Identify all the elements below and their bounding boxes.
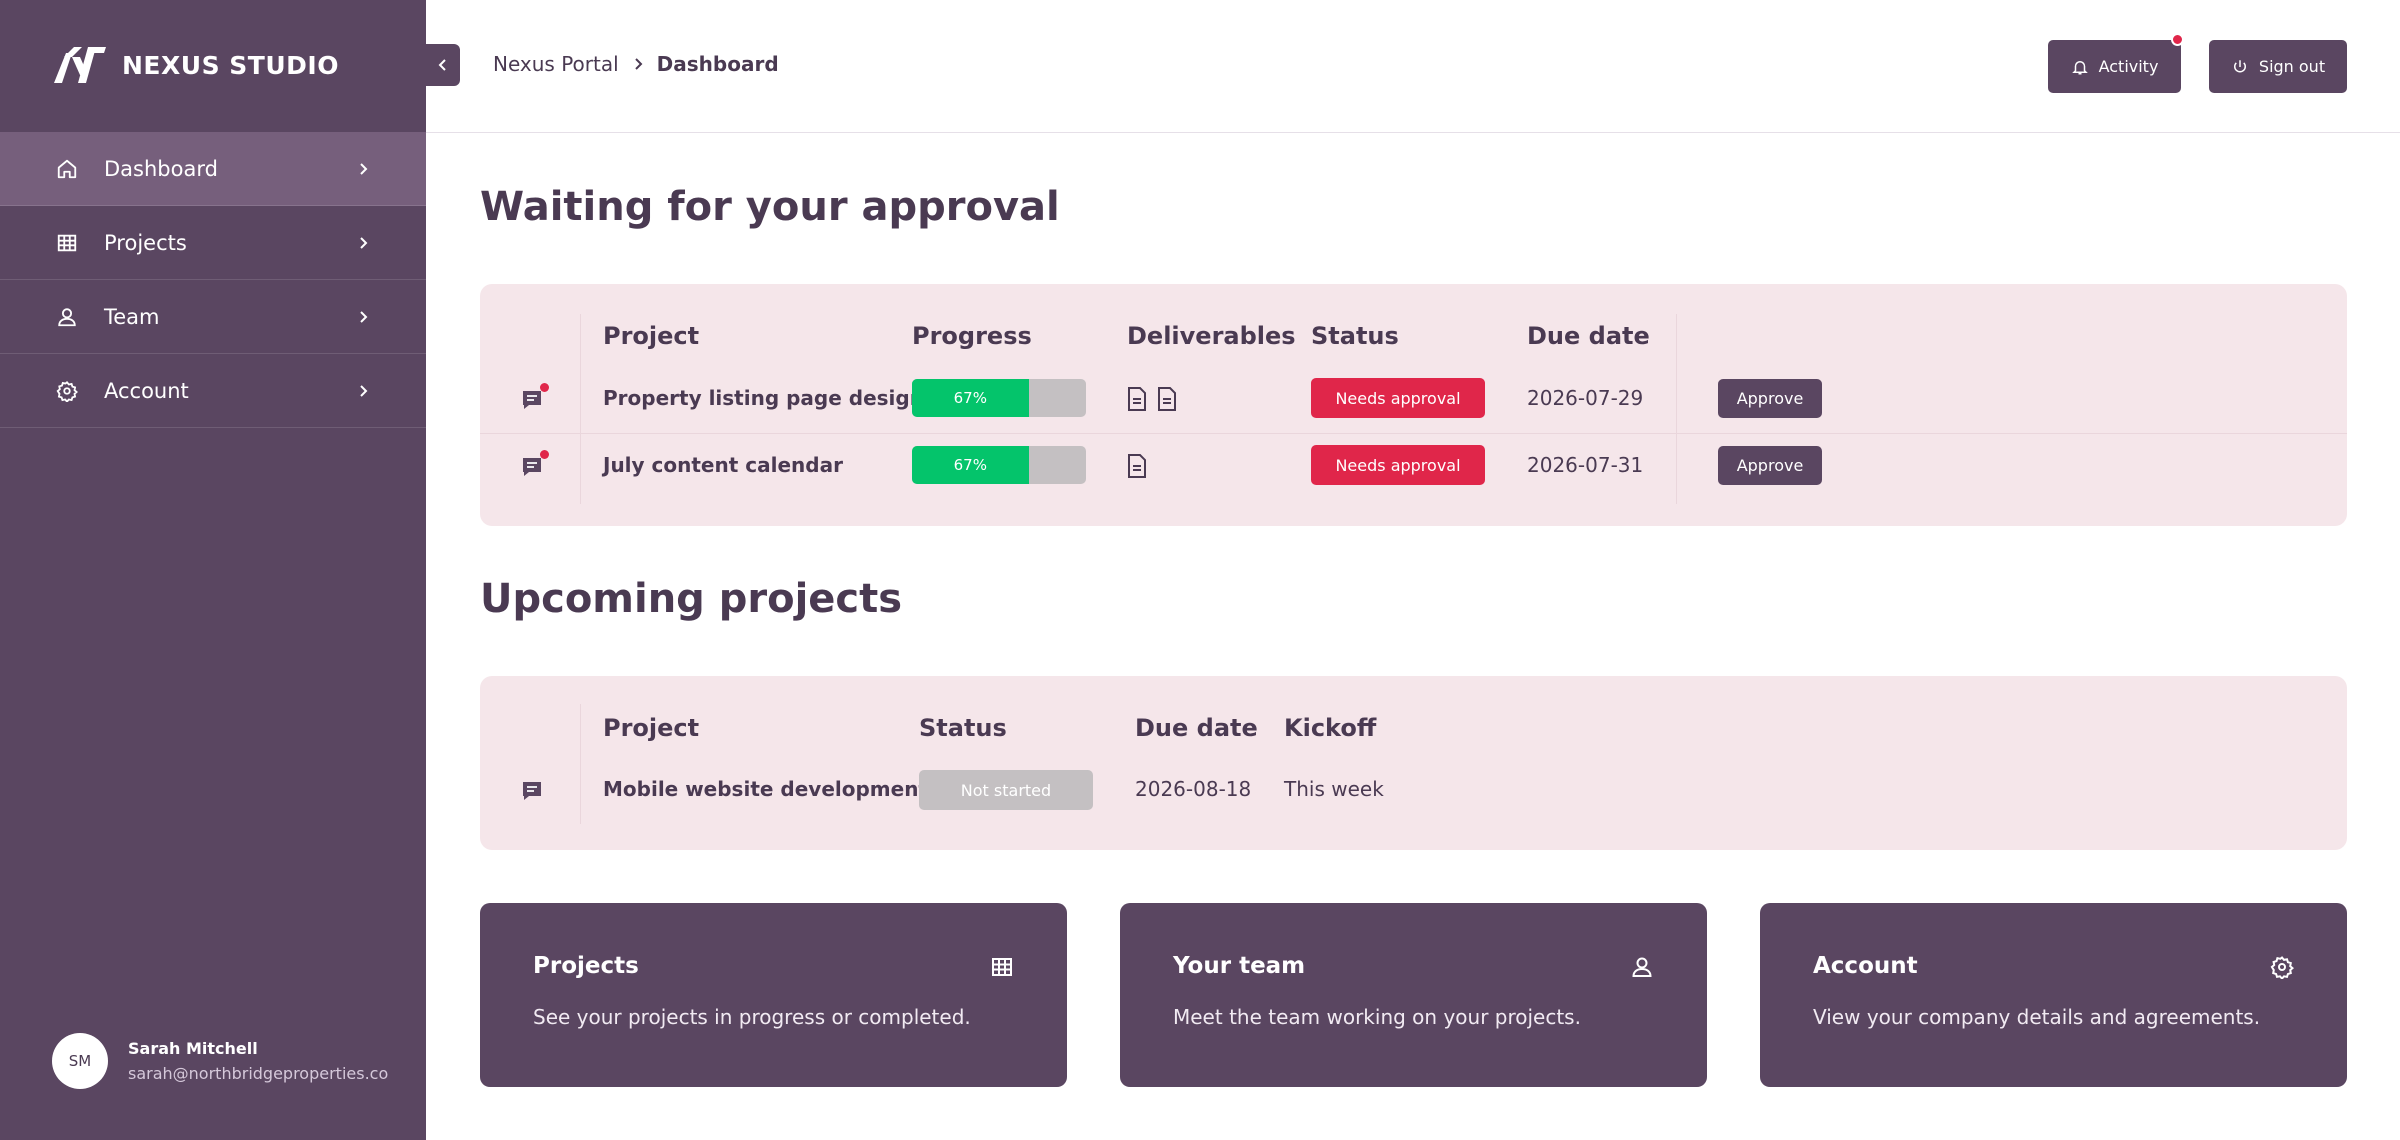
sidebar-item-label: Team [104,304,160,329]
account-card[interactable]: Account View your company details and ag… [1760,903,2347,1087]
grid-icon [56,232,78,254]
column-header-kickoff: Kickoff [1284,714,1377,742]
sidebar-item-account[interactable]: Account [0,354,426,428]
column-divider [580,704,581,824]
document-icon[interactable] [1127,387,1147,411]
column-divider [1676,314,1677,504]
sidebar-item-projects[interactable]: Projects [0,206,426,280]
column-header-deliverables: Deliverables [1127,322,1296,350]
table-cell-due-date: 2026-07-31 [1527,453,1644,477]
team-card[interactable]: Your team Meet the team working on your … [1120,903,1707,1087]
sidebar-item-label: Account [104,378,189,403]
status-badge: Not started [919,770,1093,810]
chevron-right-icon [631,57,645,71]
avatar: SM [52,1033,108,1089]
grid-icon [990,955,1014,979]
gear-icon [56,380,78,402]
chevron-right-icon [356,162,370,176]
column-header-status: Status [1311,322,1399,350]
upcoming-table: Project Status Due date Kickoff Mobile w… [480,676,2347,850]
sidebar: NEXUS STUDIO Dashboard Projects Team Acc… [0,0,426,1140]
column-header-due-date: Due date [1135,714,1258,742]
comments-icon[interactable] [520,779,544,803]
sidebar-item-dashboard[interactable]: Dashboard [0,132,426,206]
progress-bar: 67% [912,379,1086,417]
breadcrumb-home-link[interactable]: Nexus Portal [493,52,619,76]
top-header: Nexus Portal Dashboard Activity Sign out [426,0,2400,133]
deliverables-list [1127,454,1147,478]
power-icon [2233,59,2246,72]
card-description: Meet the team working on your projects. [1173,1005,1581,1029]
sign-out-button[interactable]: Sign out [2209,40,2347,93]
sidebar-item-label: Projects [104,230,187,255]
breadcrumb: Nexus Portal Dashboard [493,52,779,76]
bell-icon [2071,60,2088,74]
column-header-progress: Progress [912,322,1032,350]
sidebar-item-label: Dashboard [104,156,218,181]
unread-dot [540,450,549,459]
document-icon[interactable] [1127,454,1147,478]
card-description: View your company details and agreements… [1813,1005,2261,1029]
approve-button[interactable]: Approve [1718,446,1822,485]
sign-out-label: Sign out [2258,57,2326,76]
row-divider [480,433,2347,434]
notification-dot [2171,33,2184,46]
progress-fill: 67% [912,446,1029,484]
chevron-right-icon [356,236,370,250]
deliverables-list [1127,387,1177,411]
status-badge: Needs approval [1311,445,1485,485]
upcoming-section-title: Upcoming projects [480,576,903,622]
user-icon [1630,955,1654,979]
brand-logo[interactable]: NEXUS STUDIO [52,44,339,86]
column-header-project: Project [603,322,700,350]
brand-name: NEXUS STUDIO [122,50,339,80]
approve-button[interactable]: Approve [1718,379,1822,418]
progress-bar: 67% [912,446,1086,484]
table-cell-project[interactable]: Mobile website development [603,777,928,801]
comments-icon[interactable] [520,450,549,479]
chevron-right-icon [356,310,370,324]
chevron-right-icon [356,384,370,398]
sidebar-nav: Dashboard Projects Team Account [0,132,426,428]
table-cell-project[interactable]: Property listing page design [603,386,924,410]
gear-icon [2270,955,2295,981]
activity-label: Activity [2098,57,2159,76]
table-cell-due-date: 2026-08-18 [1135,777,1252,801]
document-icon[interactable] [1157,387,1177,411]
comments-icon[interactable] [520,383,549,412]
table-cell-project[interactable]: July content calendar [603,453,843,477]
column-divider [580,314,581,504]
approval-section-title: Waiting for your approval [480,184,1060,230]
logo-mark-icon [54,47,106,83]
table-cell-kickoff: This week [1284,777,1384,801]
home-icon [56,158,78,180]
sidebar-item-team[interactable]: Team [0,280,426,354]
status-badge: Needs approval [1311,378,1485,418]
table-cell-due-date: 2026-07-29 [1527,386,1644,410]
progress-fill: 67% [912,379,1029,417]
card-title: Your team [1173,953,1306,979]
projects-card[interactable]: Projects See your projects in progress o… [480,903,1067,1087]
card-title: Account [1813,953,1918,979]
column-header-due-date: Due date [1527,322,1650,350]
column-header-status: Status [919,714,1007,742]
user-profile[interactable]: SM Sarah Mitchell sarah@northbridgeprope… [52,1033,388,1089]
activity-button[interactable]: Activity [2048,33,2184,93]
approval-table: Project Progress Deliverables Status Due… [480,284,2347,526]
breadcrumb-current: Dashboard [656,52,779,76]
user-name: Sarah Mitchell [128,1039,258,1058]
card-description: See your projects in progress or complet… [533,1005,971,1029]
card-title: Projects [533,953,639,979]
column-header-project: Project [603,714,700,742]
unread-dot [540,383,549,392]
user-icon [56,306,78,328]
user-email: sarah@northbridgeproperties.co [128,1064,389,1083]
